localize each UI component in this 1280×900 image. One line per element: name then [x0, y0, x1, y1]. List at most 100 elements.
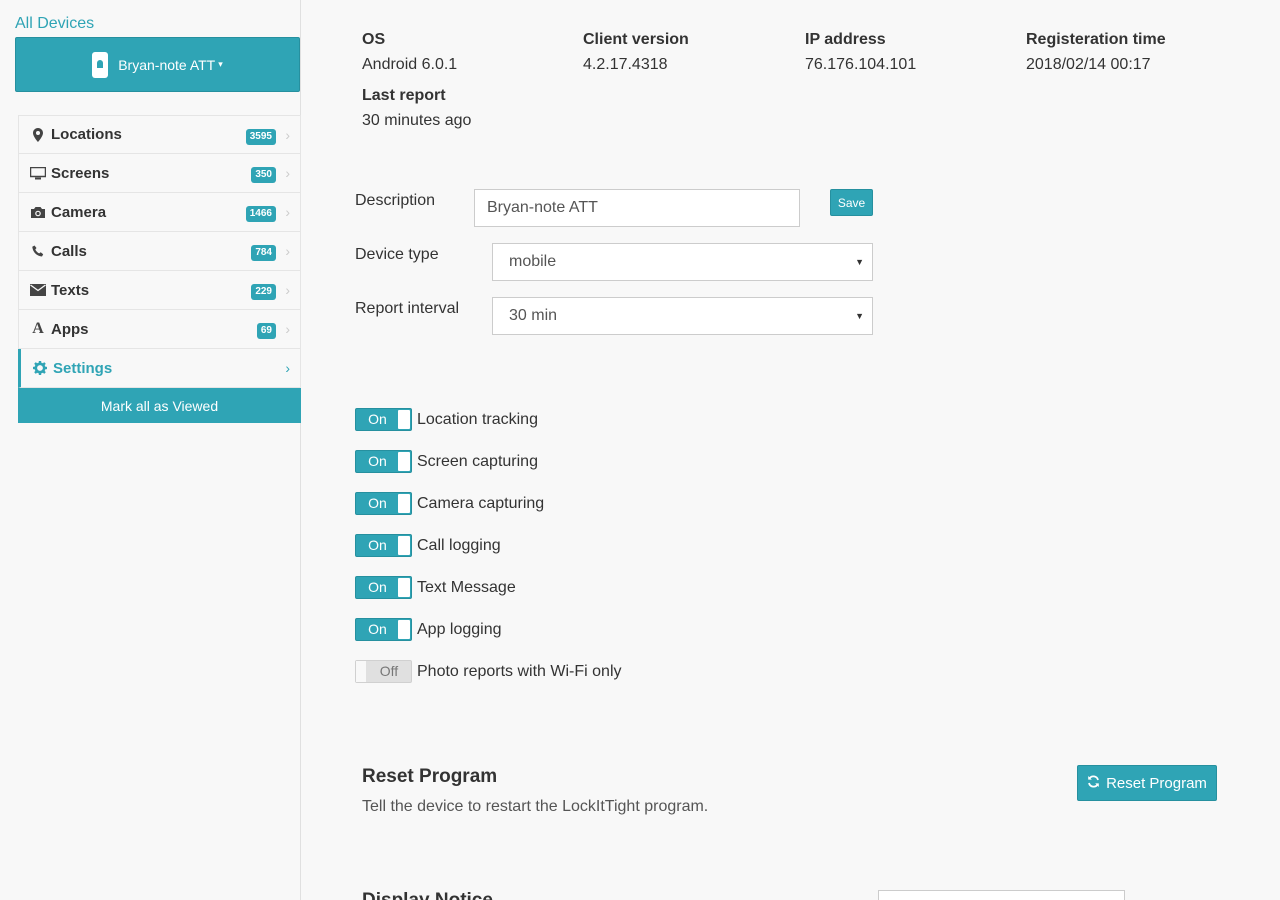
registration-time-label: Registeration time [1026, 31, 1166, 48]
toggle-state: On [368, 537, 387, 553]
registration-time-value: 2018/02/14 00:17 [1026, 56, 1151, 73]
reset-program-button[interactable]: Reset Program [1077, 765, 1217, 801]
sidebar-nav: Locations 3595 › Screens 350 › Camera 14… [18, 115, 301, 423]
save-button[interactable]: Save [830, 189, 873, 216]
toggle-label: Screen capturing [417, 452, 538, 470]
text-message-row: On Text Message [355, 576, 516, 599]
location-tracking-toggle[interactable]: On [355, 408, 412, 431]
monitor-icon [29, 166, 47, 180]
device-type-value: mobile [509, 253, 557, 270]
chevron-right-icon: › [285, 243, 290, 259]
count-badge: 229 [251, 284, 276, 300]
wifi-photo-reports-toggle[interactable]: Off [355, 660, 412, 683]
toggle-label: Call logging [417, 536, 501, 554]
phone-icon [92, 51, 109, 78]
phone-icon [29, 245, 47, 257]
notice-input[interactable] [878, 890, 1125, 900]
toggle-state: Off [379, 663, 399, 679]
count-badge: 784 [251, 245, 276, 261]
call-logging-toggle[interactable]: On [355, 534, 412, 557]
reset-program-desc: Tell the device to restart the LockItTig… [362, 798, 709, 815]
device-name: Bryan-note ATT [118, 56, 216, 73]
mark-all-viewed-button[interactable]: Mark all as Viewed [18, 388, 301, 423]
client-version-label: Client version [583, 31, 689, 48]
count-badge: 69 [256, 323, 276, 339]
ip-address-value: 76.176.104.101 [805, 56, 917, 73]
report-interval-value: 30 min [509, 307, 558, 324]
toggle-knob [398, 620, 410, 639]
device-selector-button[interactable]: Bryan-note ATT ▾ [15, 37, 300, 92]
toggle-label: Location tracking [417, 410, 538, 428]
app-logging-toggle[interactable]: On [355, 618, 412, 641]
select-arrow-icon: ▼ [855, 257, 864, 267]
client-version-info: Client version 4.2.17.4318 [583, 31, 689, 74]
all-devices-link[interactable]: All Devices [15, 15, 94, 33]
toggle-knob [398, 536, 410, 555]
last-report-info: Last report 30 minutes ago [362, 87, 471, 130]
camera-icon [29, 206, 47, 219]
description-input[interactable] [474, 189, 800, 227]
caret-down-icon: ▾ [218, 59, 223, 69]
client-version-value: 4.2.17.4318 [583, 56, 668, 73]
last-report-value: 30 minutes ago [362, 112, 472, 129]
os-info: OS Android 6.0.1 [362, 31, 457, 74]
ip-address-label: IP address [805, 31, 886, 48]
text-message-toggle[interactable]: On [355, 576, 412, 599]
sidebar-item-camera[interactable]: Camera 1466 › [18, 193, 301, 232]
toggle-knob [398, 452, 410, 471]
toggle-knob [398, 410, 410, 429]
wifi-photo-reports-row: Off Photo reports with Wi-Fi only [355, 660, 622, 683]
os-label: OS [362, 31, 386, 48]
sidebar-item-screens[interactable]: Screens 350 › [18, 154, 301, 193]
last-report-label: Last report [362, 87, 446, 104]
select-arrow-icon: ▼ [855, 311, 864, 321]
report-interval-label: Report interval [355, 300, 460, 317]
reset-program-button-label: Reset Program [1106, 774, 1207, 792]
sidebar-item-locations[interactable]: Locations 3595 › [18, 115, 301, 154]
sidebar: All Devices Bryan-note ATT ▾ Locations 3… [0, 0, 301, 900]
toggle-label: Text Message [417, 578, 516, 596]
sidebar-item-apps[interactable]: A Apps 69 › [18, 310, 301, 349]
toggle-state: On [368, 453, 387, 469]
screen-capturing-row: On Screen capturing [355, 450, 538, 473]
sidebar-item-label: Apps [51, 320, 89, 338]
gear-icon [31, 361, 49, 375]
display-notice-title: Display Notice [362, 890, 493, 900]
toggle-label: App logging [417, 620, 502, 638]
report-interval-select[interactable]: 30 min ▼ [492, 297, 873, 335]
sidebar-item-texts[interactable]: Texts 229 › [18, 271, 301, 310]
location-tracking-row: On Location tracking [355, 408, 538, 431]
device-type-select[interactable]: mobile ▼ [492, 243, 873, 281]
reset-program-title: Reset Program [362, 766, 498, 787]
chevron-right-icon: › [285, 321, 290, 337]
toggle-knob [398, 578, 410, 597]
device-type-label: Device type [355, 246, 439, 263]
count-badge: 1466 [245, 206, 276, 222]
sidebar-item-calls[interactable]: Calls 784 › [18, 232, 301, 271]
refresh-icon [1087, 774, 1100, 792]
sidebar-item-label: Camera [51, 203, 107, 221]
screen-capturing-toggle[interactable]: On [355, 450, 412, 473]
chevron-right-icon: › [285, 282, 290, 298]
camera-capturing-row: On Camera capturing [355, 492, 544, 515]
apps-font-icon: A [32, 320, 44, 337]
sidebar-item-label: Texts [51, 281, 90, 299]
sidebar-item-settings[interactable]: Settings › [18, 349, 301, 388]
count-badge: 350 [251, 167, 276, 183]
toggle-state: On [368, 579, 387, 595]
camera-capturing-toggle[interactable]: On [355, 492, 412, 515]
chevron-right-icon: › [285, 165, 290, 181]
toggle-knob [356, 661, 366, 682]
toggle-label: Photo reports with Wi-Fi only [417, 662, 622, 680]
sidebar-item-label: Calls [51, 242, 87, 260]
toggle-state: On [368, 495, 387, 511]
call-logging-row: On Call logging [355, 534, 501, 557]
chevron-right-icon: › [285, 127, 290, 143]
os-value: Android 6.0.1 [362, 56, 458, 73]
envelope-icon [29, 284, 47, 296]
sidebar-item-label: Locations [51, 126, 122, 143]
app-logging-row: On App logging [355, 618, 502, 641]
toggle-state: On [368, 411, 387, 427]
sidebar-item-label: Screens [51, 164, 110, 182]
toggle-state: On [368, 621, 387, 637]
